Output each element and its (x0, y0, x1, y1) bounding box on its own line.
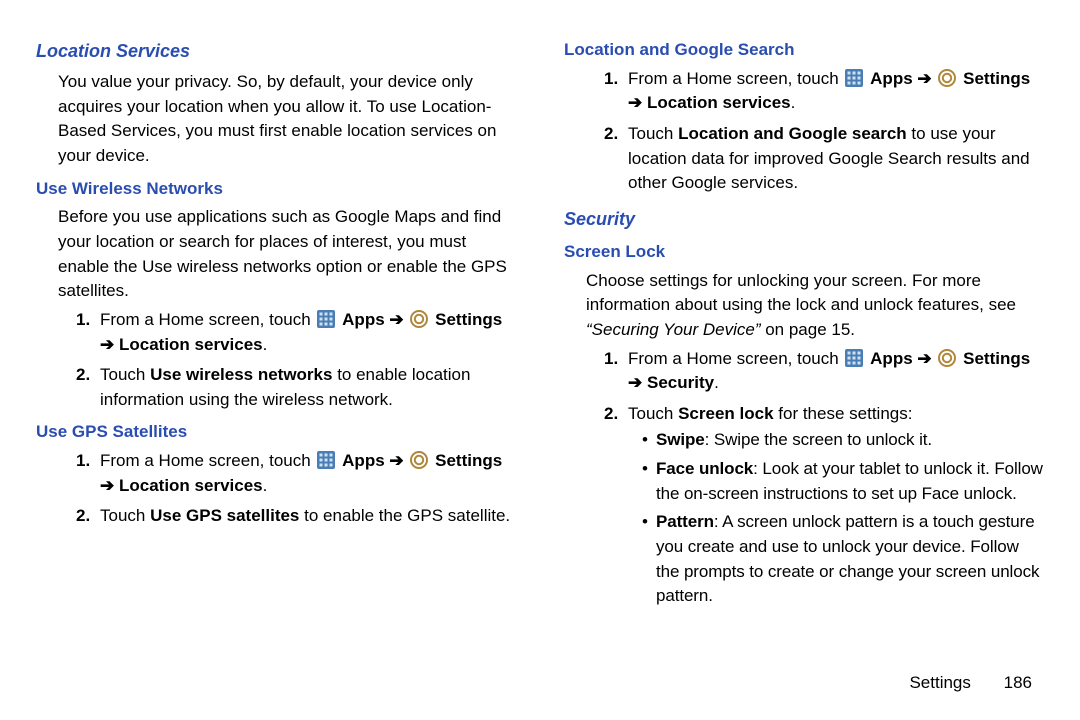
arrow-icon: ➔ (100, 476, 114, 495)
right-column: Location and Google Search 1. From a Hom… (564, 38, 1044, 615)
apps-icon (845, 349, 863, 367)
arrow-icon: ➔ (628, 373, 642, 392)
security-label: Security (647, 373, 714, 392)
step-text: Touch (100, 365, 150, 384)
settings-icon (410, 310, 428, 328)
arrow-icon: ➔ (100, 335, 114, 354)
page-number: 186 (1004, 673, 1032, 692)
step-text: Touch (628, 404, 678, 423)
list-item: Face unlock: Look at your tablet to unlo… (642, 457, 1044, 506)
step-text: Touch (100, 506, 150, 525)
location-services-heading: Location Services (36, 38, 516, 64)
step-number: 2. (604, 122, 618, 147)
location-services-label: Location services (119, 335, 263, 354)
screen-lock-heading: Screen Lock (564, 240, 1044, 265)
step-number: 1. (604, 67, 618, 92)
security-heading: Security (564, 206, 1044, 232)
apps-label: Apps (870, 69, 913, 88)
use-gps-satellites-steps: 1. From a Home screen, touch Apps ➔ Sett… (76, 449, 516, 529)
use-wireless-networks-heading: Use Wireless Networks (36, 177, 516, 202)
screen-lock-options: Swipe: Swipe the screen to unlock it. Fa… (642, 428, 1044, 608)
page-footer: Settings 186 (909, 671, 1032, 696)
list-item: 1. From a Home screen, touch Apps ➔ Sett… (76, 449, 516, 498)
list-item: 2. Touch Use wireless networks to enable… (76, 363, 516, 412)
step-number: 1. (604, 347, 618, 372)
list-item: 1. From a Home screen, touch Apps ➔ Sett… (604, 67, 1044, 116)
settings-label: Settings (963, 349, 1030, 368)
list-item: 2. Touch Use GPS satellites to enable th… (76, 504, 516, 529)
screen-lock-steps: 1. From a Home screen, touch Apps ➔ Sett… (604, 347, 1044, 609)
apps-icon (317, 310, 335, 328)
use-wireless-networks-intro: Before you use applications such as Goog… (58, 205, 516, 304)
apps-label: Apps (342, 310, 385, 329)
step-text: From a Home screen, touch (628, 349, 843, 368)
use-wireless-networks-steps: 1. From a Home screen, touch Apps ➔ Sett… (76, 308, 516, 413)
left-column: Location Services You value your privacy… (36, 38, 516, 615)
arrow-icon: ➔ (917, 69, 931, 88)
step-number: 2. (604, 402, 618, 427)
apps-label: Apps (870, 349, 913, 368)
step-number: 1. (76, 308, 90, 333)
settings-label: Settings (963, 69, 1030, 88)
settings-icon (938, 349, 956, 367)
screen-lock-intro: Choose settings for unlocking your scree… (586, 269, 1044, 343)
step-number: 2. (76, 363, 90, 388)
step-number: 2. (76, 504, 90, 529)
step-text: From a Home screen, touch (100, 310, 315, 329)
settings-label: Settings (435, 451, 502, 470)
location-google-search-heading: Location and Google Search (564, 38, 1044, 63)
step-number: 1. (76, 449, 90, 474)
step-text: From a Home screen, touch (628, 69, 843, 88)
location-services-intro: You value your privacy. So, by default, … (58, 70, 516, 169)
location-google-search-steps: 1. From a Home screen, touch Apps ➔ Sett… (604, 67, 1044, 196)
apps-icon (317, 451, 335, 469)
arrow-icon: ➔ (389, 310, 403, 329)
settings-icon (410, 451, 428, 469)
use-gps-satellites-heading: Use GPS Satellites (36, 420, 516, 445)
settings-icon (938, 69, 956, 87)
footer-section-label: Settings (909, 673, 970, 692)
location-services-label: Location services (647, 93, 791, 112)
list-item: 1. From a Home screen, touch Apps ➔ Sett… (76, 308, 516, 357)
step-text: Touch (628, 124, 678, 143)
step-text: From a Home screen, touch (100, 451, 315, 470)
list-item: Pattern: A screen unlock pattern is a to… (642, 510, 1044, 609)
settings-label: Settings (435, 310, 502, 329)
list-item: 2. Touch Location and Google search to u… (604, 122, 1044, 196)
list-item: 2. Touch Screen lock for these settings:… (604, 402, 1044, 609)
arrow-icon: ➔ (917, 349, 931, 368)
apps-icon (845, 69, 863, 87)
list-item: 1. From a Home screen, touch Apps ➔ Sett… (604, 347, 1044, 396)
arrow-icon: ➔ (628, 93, 642, 112)
location-services-label: Location services (119, 476, 263, 495)
apps-label: Apps (342, 451, 385, 470)
list-item: Swipe: Swipe the screen to unlock it. (642, 428, 1044, 453)
arrow-icon: ➔ (389, 451, 403, 470)
